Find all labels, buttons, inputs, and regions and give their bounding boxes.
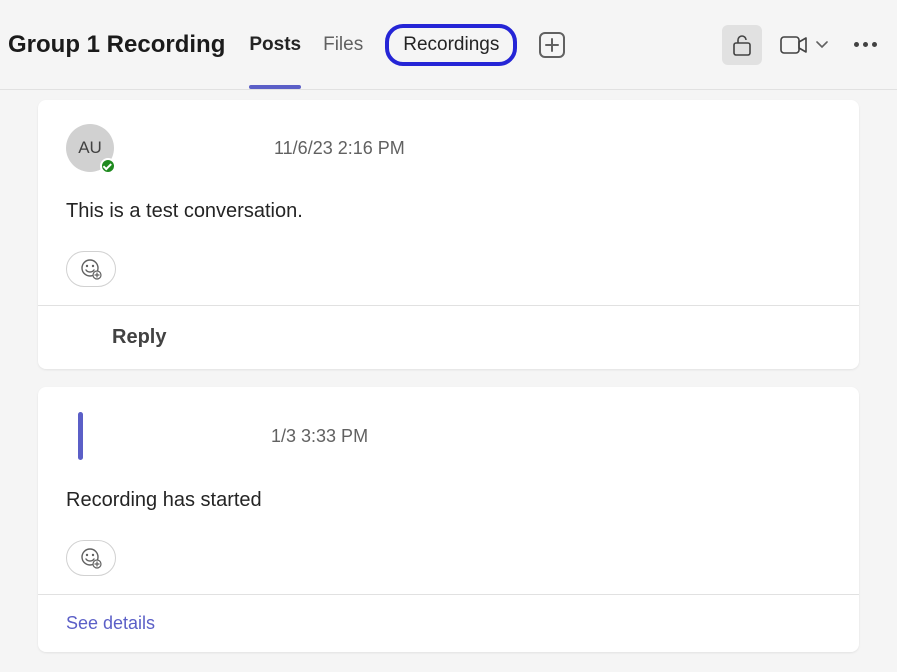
video-meet-button[interactable] xyxy=(780,35,828,55)
post-header: 1/3 3:33 PM xyxy=(66,411,831,461)
tab-files[interactable]: Files xyxy=(323,0,363,89)
tab-recordings[interactable]: Recordings xyxy=(385,24,517,66)
channel-header: Group 1 Recording Posts Files Recordings xyxy=(0,0,897,90)
more-icon xyxy=(854,42,859,47)
lock-icon xyxy=(732,34,752,56)
reply-row[interactable]: Reply xyxy=(38,305,859,369)
details-row: See details xyxy=(38,594,859,652)
post-card: 1/3 3:33 PM Recording has started See de… xyxy=(38,387,859,652)
presence-available-icon xyxy=(100,158,116,174)
post-timestamp: 11/6/23 2:16 PM xyxy=(274,138,405,159)
chevron-down-icon xyxy=(816,41,828,49)
tabs: Posts Files Recordings xyxy=(249,0,565,89)
plus-icon xyxy=(545,38,559,52)
add-tab-button[interactable] xyxy=(539,32,565,58)
header-actions xyxy=(722,25,885,65)
content-area: AU 11/6/23 2:16 PM This is a test conver… xyxy=(0,90,897,652)
video-icon xyxy=(780,35,808,55)
lock-button[interactable] xyxy=(722,25,762,65)
emoji-add-icon xyxy=(80,547,102,569)
more-options-button[interactable] xyxy=(846,34,885,55)
tab-posts[interactable]: Posts xyxy=(249,0,301,89)
avatar[interactable]: AU xyxy=(66,124,114,172)
emoji-add-icon xyxy=(80,258,102,280)
post-card: AU 11/6/23 2:16 PM This is a test conver… xyxy=(38,100,859,369)
accent-bar xyxy=(78,412,83,460)
post-body-text: This is a test conversation. xyxy=(66,200,831,223)
post-header: AU 11/6/23 2:16 PM xyxy=(66,124,831,172)
post-body-text: Recording has started xyxy=(66,489,831,512)
reply-button[interactable]: Reply xyxy=(112,326,166,349)
post-timestamp: 1/3 3:33 PM xyxy=(271,426,368,447)
add-reaction-button[interactable] xyxy=(66,251,116,287)
add-reaction-button[interactable] xyxy=(66,540,116,576)
page-title: Group 1 Recording xyxy=(8,31,225,59)
see-details-link[interactable]: See details xyxy=(66,613,831,634)
